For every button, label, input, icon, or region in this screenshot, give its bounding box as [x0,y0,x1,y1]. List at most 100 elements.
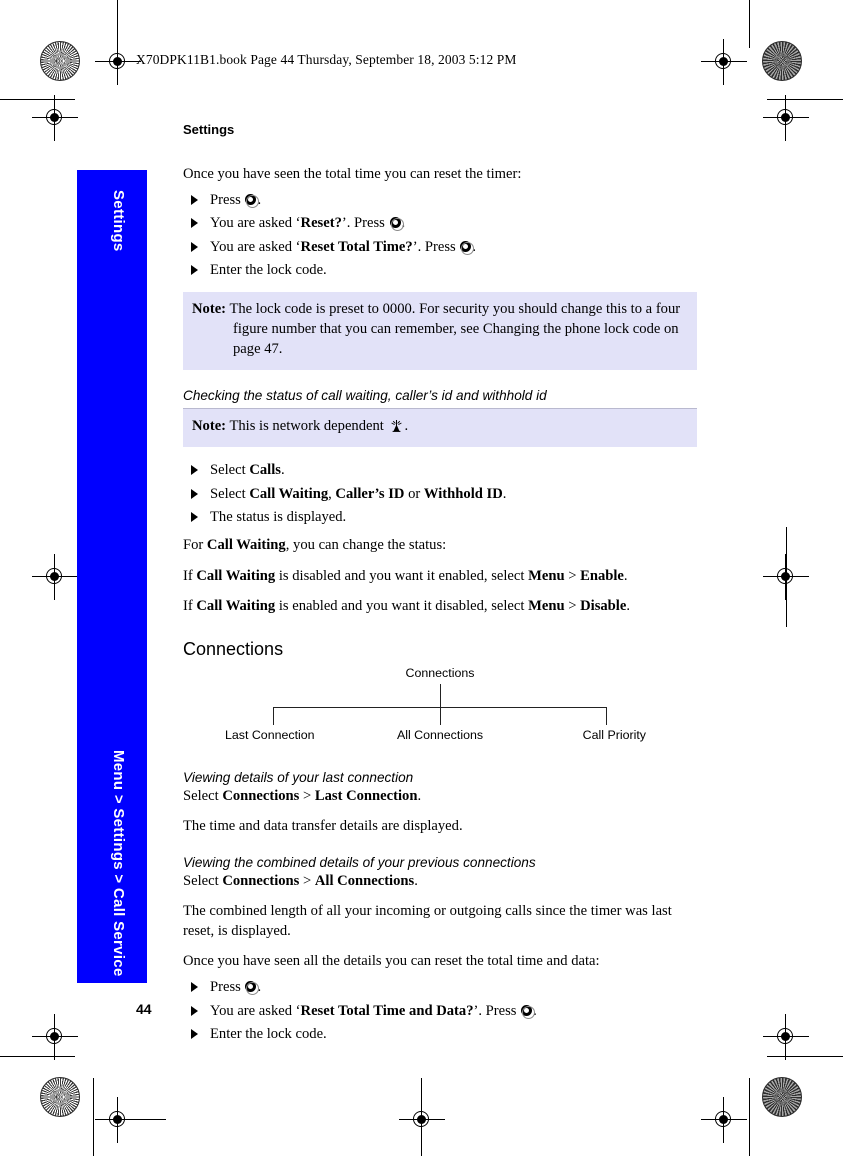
registration-mark-left-upper [32,95,78,141]
para-emphasis-3: Disable [580,598,627,615]
antenna-icon [390,418,403,432]
select-last-connection-paragraph: Select Connections > Last Connection. [183,787,697,807]
step-text-mid: ’. Press [341,215,389,232]
registration-mark-top-right-inner [701,39,747,85]
para-text-tail: . [414,872,418,889]
document-header-line: X70DPK11B1.book Page 44 Thursday, Septem… [136,52,517,67]
registration-mark-right-upper [763,95,809,141]
step-emphasis: Reset Total Time and Data? [300,1002,474,1019]
para-text-tail: , you can change the status: [285,536,447,553]
select-key-icon [389,217,404,232]
trim-line-bottom-right [767,1056,843,1057]
note-line: Note: The lock code is preset to 0000. F… [192,300,688,360]
select-key-icon [460,240,475,255]
section-heading-last-connection: Viewing details of your last connection [183,769,414,785]
para-emphasis: Call Waiting [196,598,276,615]
timer-steps-list: Press . You are asked ‘Reset?’. Press . … [183,189,697,284]
para-text: If [183,567,197,584]
page-content: Settings Once you have seen the total ti… [183,122,697,1053]
para-emphasis: Call Waiting [206,536,286,553]
note-text: The lock code is preset to 0000. For sec… [229,301,681,358]
step-text: Press [210,978,245,995]
tree-leaf-call-priority: Call Priority [582,727,646,742]
para-emphasis: Connections [222,872,300,889]
para-text-tail: . [623,567,628,584]
note-text-tail: . [404,418,409,435]
registration-mark-bottom-right-inner [701,1097,747,1143]
para-text: If [183,598,197,615]
step-text: The status is displayed. [210,509,347,526]
step-emphasis: Calls [249,462,281,479]
triangle-bullet-icon [191,465,198,476]
step-emphasis-3: Withhold ID [423,485,503,502]
page-title: Settings [183,122,235,137]
para-emphasis: Call Waiting [196,567,276,584]
section-heading-all-connections: Viewing the combined details of your pre… [183,854,536,870]
note-text: This is network dependent [229,418,388,435]
registration-mark-left-lower [32,1014,78,1060]
para-emphasis: Connections [222,787,300,804]
para-emphasis-3: Enable [580,567,624,584]
triangle-bullet-icon [191,1029,198,1040]
section-heading-call-waiting-status: Checking the status of call waiting, cal… [183,388,697,410]
step-text-mid: ’. Press [473,1002,521,1019]
tree-branch-middle [440,706,441,725]
triangle-bullet-icon [191,981,198,992]
print-star-target-bottom-left [40,1077,80,1117]
para-text: Select [183,872,223,889]
step-text: You are asked ‘ [210,215,301,232]
triangle-bullet-icon [191,488,198,499]
note-line: Note: This is network dependent . [192,417,688,437]
side-tab-chapter-label: Settings [110,190,127,252]
page-number: 44 [136,1001,152,1017]
para-text-mid-2: > [564,598,581,615]
connections-menu-tree-diagram: Connections Last Connection All Connecti… [183,666,697,752]
triangle-bullet-icon [191,512,198,523]
enable-call-waiting-paragraph: If Call Waiting is disabled and you want… [183,567,697,587]
section-heading-connections: Connections [183,638,284,659]
step-emphasis: Call Waiting [249,485,329,502]
list-item: You are asked ‘Reset Total Time?’. Press… [183,236,697,260]
side-tab-breadcrumb-label: Menu > Settings > Call Service [110,750,127,977]
select-all-connections-paragraph: Select Connections > All Connections. [183,872,697,892]
triangle-bullet-icon [191,241,198,252]
note-label: Note: [192,301,227,318]
note-box-lock-code: Note: The lock code is preset to 0000. F… [183,292,697,371]
last-connection-body-paragraph: The time and data transfer details are d… [183,818,463,835]
para-emphasis-2: Menu [528,598,565,615]
para-text-mid: is disabled and you want it enabled, sel… [275,567,529,584]
trim-line-right-vertical-top [749,0,750,48]
trim-line-left-vertical-bottom-2 [93,1078,94,1156]
registration-mark-right-lower [763,1014,809,1060]
print-star-target-top-left [40,41,80,81]
tree-root-connector [440,683,441,708]
step-text: Press [210,191,245,208]
step-text: Enter the lock code. [210,262,327,279]
step-text: You are asked ‘ [210,238,301,255]
trim-line-left-vertical-top [117,0,118,48]
triangle-bullet-icon [191,265,198,276]
trim-line-left-vertical-bottom [96,1119,166,1120]
trim-line-top-right [767,99,843,100]
print-star-target-bottom-right [762,1077,802,1117]
list-item: You are asked ‘Reset Total Time and Data… [183,1000,697,1024]
para-text-mid: > [299,787,315,804]
print-star-target-top-right [762,41,802,81]
note-label: Note: [192,418,227,435]
list-item: The status is displayed. [183,506,697,530]
triangle-bullet-icon [191,218,198,229]
step-emphasis-2: Caller’s ID [335,485,405,502]
tree-branch-right [606,706,607,725]
para-text: For [183,536,207,553]
para-text-tail: . [626,598,630,615]
step-text-tail: . [502,485,507,502]
step-emphasis: Reset? [300,215,342,232]
step-text-tail: . [280,462,285,479]
para-emphasis-2: Menu [528,567,565,584]
trim-line-right-vertical-bottom [749,1078,750,1156]
trim-line-right-vertical-middle [786,527,787,627]
reset-total-intro-paragraph: Once you have seen all the details you c… [183,953,600,970]
trim-line-bottom-left [0,1056,75,1057]
step-text: Enter the lock code. [210,1026,327,1043]
list-item: Select Calls. [183,459,697,483]
